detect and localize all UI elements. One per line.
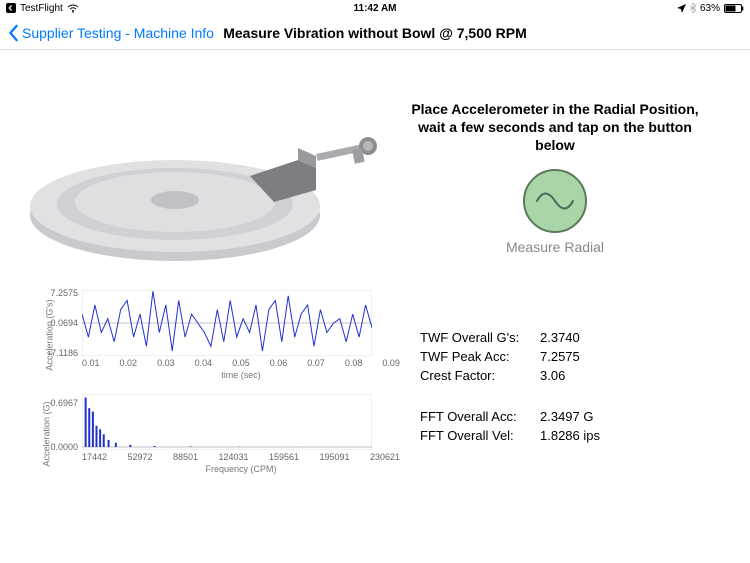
fft-overall-acc-label: FFT Overall Acc: xyxy=(420,409,540,424)
readings-panel: TWF Overall G's:2.3740 TWF Peak Acc:7.25… xyxy=(400,290,730,488)
wifi-icon xyxy=(67,4,79,13)
twf-xlabel: time (sec) xyxy=(82,370,400,380)
instruction-text: Place Accelerometer in the Radial Positi… xyxy=(400,100,710,155)
battery-icon xyxy=(724,4,744,13)
status-carrier: TestFlight xyxy=(20,3,63,14)
twf-overall-g-value: 2.3740 xyxy=(540,330,580,345)
twf-peak-acc-value: 7.2575 xyxy=(540,349,580,364)
fft-chart: Acceleration (G) 0.6967 0.0000 17442 529… xyxy=(20,394,400,474)
nav-back-button[interactable]: Supplier Testing - Machine Info xyxy=(8,24,214,42)
bluetooth-icon xyxy=(690,3,696,13)
status-battery-percent: 63% xyxy=(700,3,720,14)
fft-xlabel: Frequency (CPM) xyxy=(82,464,400,474)
twf-overall-g-label: TWF Overall G's: xyxy=(420,330,540,345)
machine-render xyxy=(20,100,380,270)
fft-overall-acc-value: 2.3497 G xyxy=(540,409,594,424)
nav-bar: Supplier Testing - Machine Info Measure … xyxy=(0,16,750,50)
twf-chart: Acceleration (G's) 7.2575 0.0694 -7.1186… xyxy=(20,290,400,380)
sine-wave-icon xyxy=(535,186,575,216)
fft-overall-vel-label: FFT Overall Vel: xyxy=(420,428,540,443)
status-time: 11:42 AM xyxy=(354,3,397,14)
page-title: Measure Vibration without Bowl @ 7,500 R… xyxy=(223,25,527,41)
crest-factor-label: Crest Factor: xyxy=(420,368,540,383)
twf-peak-acc-label: TWF Peak Acc: xyxy=(420,349,540,364)
crest-factor-value: 3.06 xyxy=(540,368,565,383)
nav-back-label: Supplier Testing - Machine Info xyxy=(22,25,214,41)
status-bar: TestFlight 11:42 AM 63% xyxy=(0,0,750,16)
fft-overall-vel-value: 1.8286 ips xyxy=(540,428,600,443)
measure-button-label: Measure Radial xyxy=(400,239,710,255)
back-app-icon[interactable] xyxy=(6,3,16,13)
measure-radial-button[interactable] xyxy=(523,169,587,233)
location-icon xyxy=(677,4,686,13)
